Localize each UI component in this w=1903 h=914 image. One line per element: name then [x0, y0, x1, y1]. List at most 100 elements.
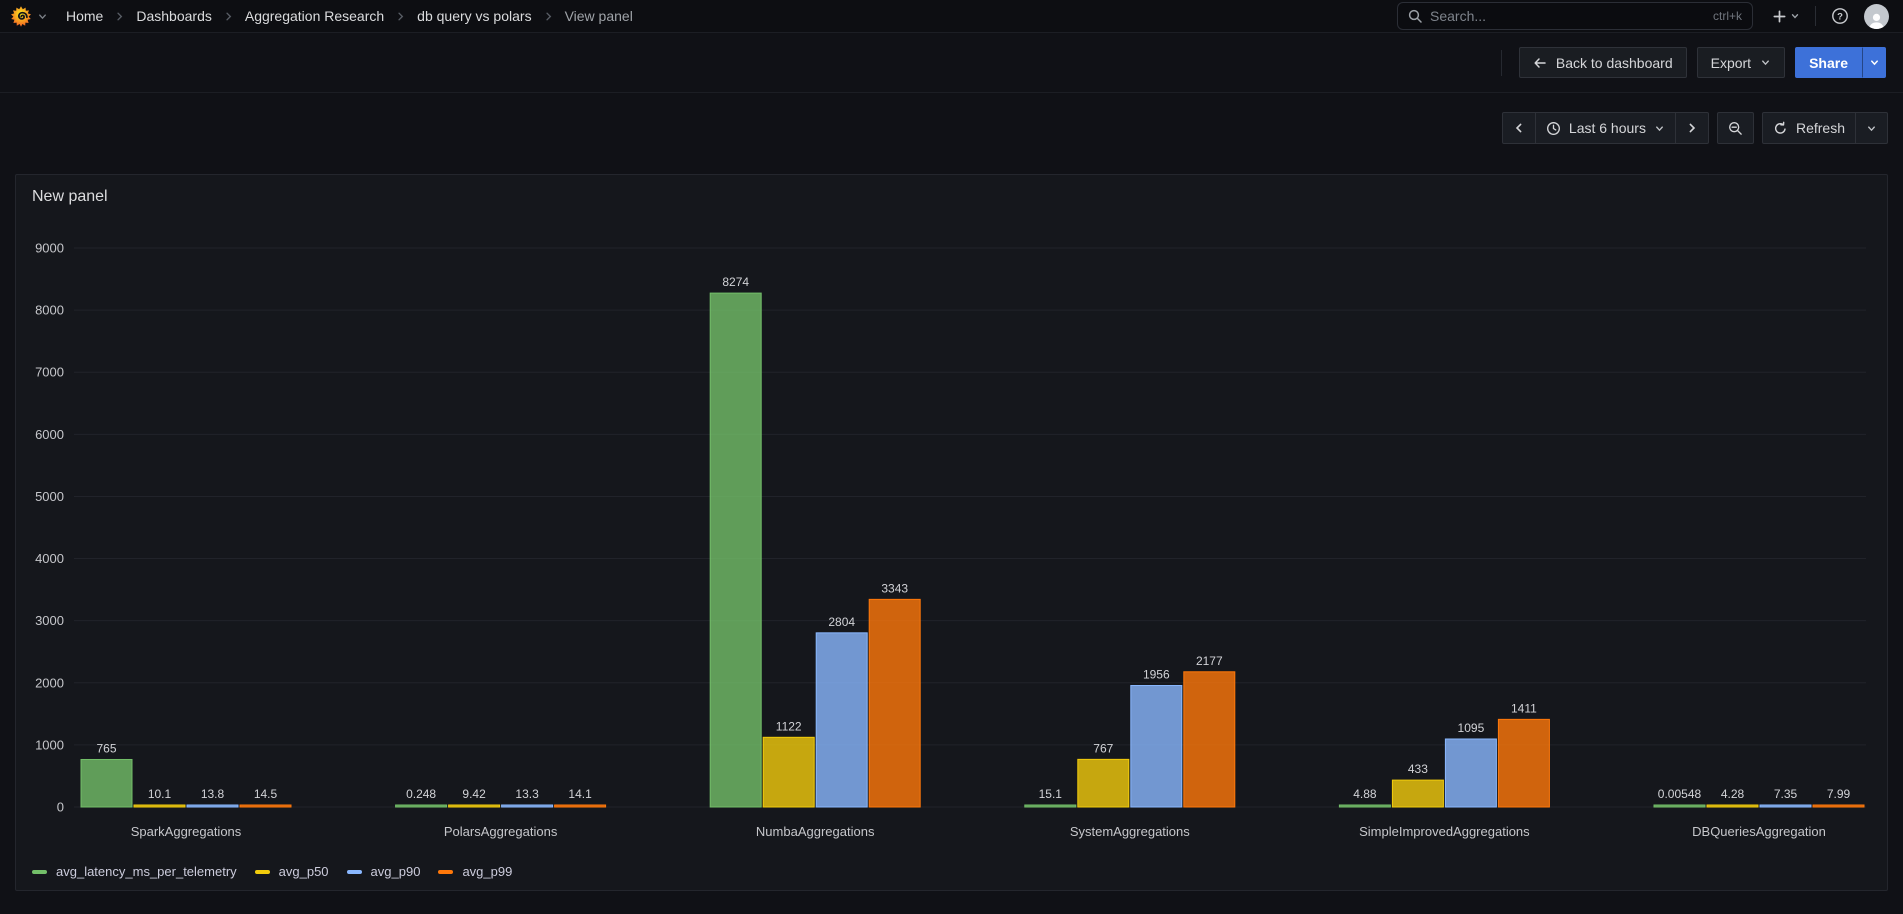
legend-swatch [347, 870, 362, 874]
bar-avg_p90[interactable] [816, 633, 867, 807]
x-axis-category-label: DBQueriesAggregation [1692, 824, 1826, 839]
bar-value-label: 13.3 [515, 787, 539, 801]
bar-avg_latency_ms_per_telemetry[interactable] [1339, 805, 1390, 807]
refresh-interval-dropdown[interactable] [1855, 112, 1888, 144]
bar-avg_p90[interactable] [1445, 739, 1496, 807]
y-axis-tick-label: 5000 [35, 489, 64, 504]
bar-avg_latency_ms_per_telemetry[interactable] [1025, 805, 1076, 807]
bar-value-label: 1095 [1458, 721, 1485, 735]
back-to-dashboard-button[interactable]: Back to dashboard [1519, 47, 1687, 78]
breadcrumb-item[interactable]: Aggregation Research [245, 8, 384, 24]
legend-label: avg_p99 [462, 864, 512, 879]
bar-avg_p90[interactable] [502, 805, 553, 807]
share-dropdown-button[interactable] [1862, 47, 1886, 78]
bar-value-label: 1122 [776, 719, 802, 733]
bar-avg_p99[interactable] [1184, 672, 1235, 807]
bar-avg_latency_ms_per_telemetry[interactable] [1654, 805, 1705, 807]
x-axis-category-label: PolarsAggregations [444, 824, 558, 839]
y-axis-tick-label: 3000 [35, 613, 64, 628]
y-axis-tick-label: 8000 [35, 303, 64, 318]
bar-avg_p50[interactable] [1392, 780, 1443, 807]
y-axis-tick-label: 7000 [35, 365, 64, 380]
bar-chart: 0100020003000400050006000700080009000765… [16, 175, 1887, 890]
bar-avg_p50[interactable] [134, 805, 185, 807]
bar-avg_p99[interactable] [240, 805, 291, 807]
bar-avg_p99[interactable] [1813, 805, 1864, 807]
bar-value-label: 8274 [722, 275, 749, 289]
bar-value-label: 9.42 [462, 787, 486, 801]
breadcrumb: Home Dashboards Aggregation Research db que… [66, 8, 633, 24]
user-avatar[interactable] [1864, 4, 1889, 29]
bar-avg_p50[interactable] [1707, 805, 1758, 807]
chevron-down-icon [1790, 11, 1800, 21]
export-label: Export [1711, 55, 1751, 71]
export-button[interactable]: Export [1697, 47, 1785, 78]
time-shift-forward-button[interactable] [1675, 112, 1709, 144]
breadcrumb-item[interactable]: Home [66, 8, 103, 24]
bar-avg_p99[interactable] [869, 599, 920, 807]
x-axis-category-label: SparkAggregations [131, 824, 242, 839]
panel-view-toolbar: Back to dashboard Export Share [0, 33, 1903, 93]
bar-avg_p50[interactable] [763, 737, 814, 807]
y-axis-tick-label: 6000 [35, 427, 64, 442]
bar-avg_p50[interactable] [1078, 759, 1129, 807]
bar-avg_p99[interactable] [1498, 719, 1549, 807]
time-range-label: Last 6 hours [1569, 120, 1646, 136]
bar-avg_latency_ms_per_telemetry[interactable] [81, 759, 132, 807]
zoom-out-time-button[interactable] [1717, 112, 1754, 144]
person-icon [1867, 12, 1886, 29]
bar-avg_p99[interactable] [555, 805, 606, 807]
breadcrumb-item[interactable]: db query vs polars [417, 8, 531, 24]
bar-value-label: 765 [96, 741, 116, 755]
breadcrumb-separator-icon [543, 11, 554, 22]
bar-value-label: 7.35 [1774, 787, 1798, 801]
time-shift-back-button[interactable] [1502, 112, 1536, 144]
search-input[interactable]: Search... ctrl+k [1397, 2, 1753, 30]
bar-value-label: 4.88 [1353, 787, 1377, 801]
help-button[interactable]: ? [1826, 4, 1854, 28]
legend-item[interactable]: avg_p50 [255, 864, 329, 879]
legend-item[interactable]: avg_p90 [347, 864, 421, 879]
legend-label: avg_p90 [371, 864, 421, 879]
bar-value-label: 0.00548 [1658, 787, 1702, 801]
time-controls-bar: Last 6 hours Refresh [15, 112, 1888, 144]
legend-label: avg_p50 [279, 864, 329, 879]
bar-value-label: 2804 [828, 615, 855, 629]
chevron-down-icon [1869, 57, 1880, 68]
logo-chevron-down-icon [37, 11, 48, 22]
chevron-left-icon [1513, 122, 1525, 134]
bar-value-label: 15.1 [1039, 787, 1063, 801]
bar-value-label: 3343 [881, 581, 908, 595]
refresh-button[interactable]: Refresh [1762, 112, 1856, 144]
breadcrumb-separator-icon [114, 11, 125, 22]
bar-value-label: 433 [1408, 762, 1428, 776]
main-content: Last 6 hours Refresh [0, 112, 1903, 891]
bar-avg_latency_ms_per_telemetry[interactable] [396, 805, 447, 807]
grafana-logo-button[interactable] [10, 5, 48, 27]
share-button[interactable]: Share [1795, 47, 1862, 78]
bar-value-label: 767 [1093, 741, 1113, 755]
toolbar-divider [1501, 50, 1502, 76]
legend-item[interactable]: avg_latency_ms_per_telemetry [32, 864, 237, 879]
time-range-group: Last 6 hours [1502, 112, 1709, 144]
bar-avg_latency_ms_per_telemetry[interactable] [710, 293, 761, 807]
back-to-dashboard-label: Back to dashboard [1556, 55, 1673, 71]
bar-value-label: 14.5 [254, 787, 278, 801]
dashboard-panel: New panel 010002000300040005000600070008… [15, 174, 1888, 891]
bar-value-label: 0.248 [406, 787, 436, 801]
bar-avg_p50[interactable] [449, 805, 500, 807]
time-range-picker-button[interactable]: Last 6 hours [1535, 112, 1676, 144]
share-label: Share [1809, 55, 1848, 71]
bar-avg_p90[interactable] [1760, 805, 1811, 807]
zoom-out-icon [1728, 121, 1743, 136]
y-axis-tick-label: 1000 [35, 737, 64, 752]
bar-avg_p90[interactable] [1131, 686, 1182, 807]
arrow-left-icon [1533, 56, 1547, 70]
x-axis-category-label: SimpleImprovedAggregations [1359, 824, 1530, 839]
bar-avg_p90[interactable] [187, 805, 238, 807]
breadcrumb-item[interactable]: Dashboards [136, 8, 212, 24]
add-new-button[interactable] [1767, 6, 1805, 27]
search-icon [1408, 9, 1422, 23]
legend-item[interactable]: avg_p99 [438, 864, 512, 879]
chevron-down-icon [1866, 123, 1877, 134]
